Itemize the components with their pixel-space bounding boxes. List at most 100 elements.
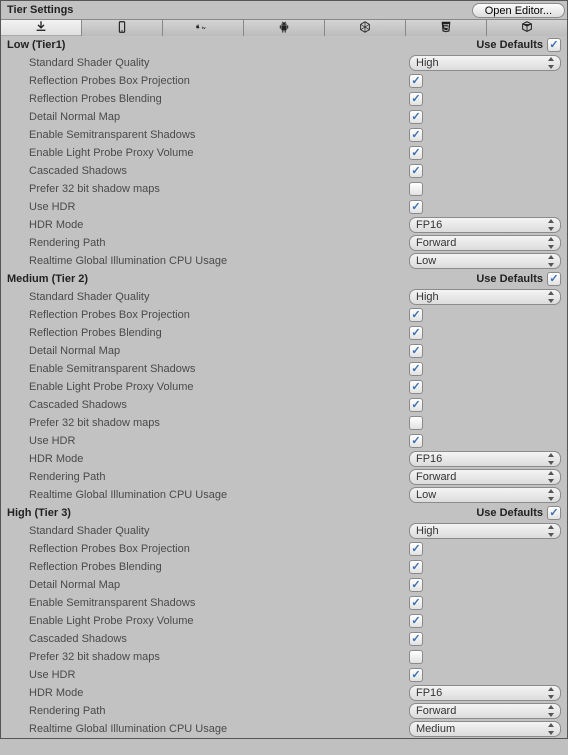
row-detail-normal: Detail Normal Map <box>1 108 567 126</box>
row-refl-blend: Reflection Probes Blending <box>1 324 567 342</box>
phone-icon <box>115 20 129 37</box>
tier-header-0: Low (Tier1) Use Defaults <box>1 36 567 54</box>
label-refl-box: Reflection Probes Box Projection <box>29 543 409 555</box>
render-path-select[interactable]: Forward <box>409 703 561 719</box>
gi-cpu-select[interactable]: Low <box>409 253 561 269</box>
row-refl-box: Reflection Probes Box Projection <box>1 306 567 324</box>
tab-download[interactable] <box>1 20 82 36</box>
row-shader-quality: Standard Shader Quality High <box>1 54 567 72</box>
row-light-probe: Enable Light Probe Proxy Volume <box>1 612 567 630</box>
use-hdr-checkbox[interactable] <box>409 200 423 214</box>
row-render-path: Rendering Path Forward <box>1 468 567 486</box>
refl-blend-checkbox[interactable] <box>409 560 423 574</box>
label-hdr-mode: HDR Mode <box>29 219 409 231</box>
refl-box-checkbox[interactable] <box>409 542 423 556</box>
tab-android[interactable] <box>244 20 325 36</box>
prefer32-checkbox[interactable] <box>409 650 423 664</box>
label-light-probe: Enable Light Probe Proxy Volume <box>29 147 409 159</box>
label-semi-shadows: Enable Semitransparent Shadows <box>29 597 409 609</box>
label-gi-cpu: Realtime Global Illumination CPU Usage <box>29 723 409 735</box>
row-cascaded: Cascaded Shadows <box>1 396 567 414</box>
label-semi-shadows: Enable Semitransparent Shadows <box>29 129 409 141</box>
detail-normal-checkbox[interactable] <box>409 344 423 358</box>
semi-shadows-checkbox[interactable] <box>409 128 423 142</box>
row-hdr-mode: HDR Mode FP16 <box>1 450 567 468</box>
row-prefer32: Prefer 32 bit shadow maps <box>1 648 567 666</box>
row-semi-shadows: Enable Semitransparent Shadows <box>1 126 567 144</box>
hdr-mode-select[interactable]: FP16 <box>409 217 561 233</box>
refl-box-checkbox[interactable] <box>409 74 423 88</box>
semi-shadows-checkbox[interactable] <box>409 596 423 610</box>
panel-title: Tier Settings <box>7 4 73 16</box>
row-light-probe: Enable Light Probe Proxy Volume <box>1 144 567 162</box>
use-defaults-checkbox[interactable] <box>547 38 561 52</box>
refl-blend-checkbox[interactable] <box>409 326 423 340</box>
row-semi-shadows: Enable Semitransparent Shadows <box>1 594 567 612</box>
label-gi-cpu: Realtime Global Illumination CPU Usage <box>29 255 409 267</box>
row-gi-cpu: Realtime Global Illumination CPU Usage L… <box>1 486 567 504</box>
shader-quality-select[interactable]: High <box>409 523 561 539</box>
tab-phone[interactable] <box>82 20 163 36</box>
prefer32-checkbox[interactable] <box>409 182 423 196</box>
light-probe-checkbox[interactable] <box>409 146 423 160</box>
tier-settings-panel: Tier Settings Open Editor... tv <box>0 0 568 739</box>
light-probe-checkbox[interactable] <box>409 380 423 394</box>
titlebar: Tier Settings Open Editor... <box>1 1 567 20</box>
label-render-path: Rendering Path <box>29 237 409 249</box>
row-prefer32: Prefer 32 bit shadow maps <box>1 180 567 198</box>
cascaded-checkbox[interactable] <box>409 632 423 646</box>
render-path-select[interactable]: Forward <box>409 469 561 485</box>
shader-quality-select[interactable]: High <box>409 289 561 305</box>
hdr-mode-select[interactable]: FP16 <box>409 451 561 467</box>
row-semi-shadows: Enable Semitransparent Shadows <box>1 360 567 378</box>
label-shader-quality: Standard Shader Quality <box>29 525 409 537</box>
gi-cpu-select[interactable]: Low <box>409 487 561 503</box>
row-refl-box: Reflection Probes Box Projection <box>1 540 567 558</box>
row-shader-quality: Standard Shader Quality High <box>1 288 567 306</box>
row-detail-normal: Detail Normal Map <box>1 576 567 594</box>
row-refl-blend: Reflection Probes Blending <box>1 558 567 576</box>
detail-normal-checkbox[interactable] <box>409 110 423 124</box>
label-use-hdr: Use HDR <box>29 669 409 681</box>
use-hdr-checkbox[interactable] <box>409 668 423 682</box>
label-refl-blend: Reflection Probes Blending <box>29 93 409 105</box>
use-defaults-checkbox[interactable] <box>547 272 561 286</box>
use-defaults-checkbox[interactable] <box>547 506 561 520</box>
label-hdr-mode: HDR Mode <box>29 687 409 699</box>
label-cascaded: Cascaded Shadows <box>29 633 409 645</box>
row-shader-quality: Standard Shader Quality High <box>1 522 567 540</box>
label-light-probe: Enable Light Probe Proxy Volume <box>29 381 409 393</box>
row-cascaded: Cascaded Shadows <box>1 162 567 180</box>
refl-blend-checkbox[interactable] <box>409 92 423 106</box>
use-defaults-label: Use Defaults <box>476 39 543 51</box>
detail-normal-checkbox[interactable] <box>409 578 423 592</box>
open-editor-button[interactable]: Open Editor... <box>472 3 565 18</box>
cube-icon <box>520 20 534 37</box>
row-hdr-mode: HDR Mode FP16 <box>1 216 567 234</box>
light-probe-checkbox[interactable] <box>409 614 423 628</box>
cascaded-checkbox[interactable] <box>409 164 423 178</box>
render-path-select[interactable]: Forward <box>409 235 561 251</box>
row-light-probe: Enable Light Probe Proxy Volume <box>1 378 567 396</box>
tab-cube[interactable] <box>487 20 567 36</box>
tab-html5[interactable] <box>406 20 487 36</box>
cascaded-checkbox[interactable] <box>409 398 423 412</box>
tab-unity[interactable] <box>325 20 406 36</box>
tier-header-2: High (Tier 3) Use Defaults <box>1 504 567 522</box>
tier-title: Medium (Tier 2) <box>7 273 88 285</box>
prefer32-checkbox[interactable] <box>409 416 423 430</box>
row-detail-normal: Detail Normal Map <box>1 342 567 360</box>
hdr-mode-select[interactable]: FP16 <box>409 685 561 701</box>
row-refl-blend: Reflection Probes Blending <box>1 90 567 108</box>
tab-appletv[interactable]: tv <box>163 20 244 36</box>
semi-shadows-checkbox[interactable] <box>409 362 423 376</box>
gi-cpu-select[interactable]: Medium <box>409 721 561 737</box>
shader-quality-select[interactable]: High <box>409 55 561 71</box>
refl-box-checkbox[interactable] <box>409 308 423 322</box>
row-prefer32: Prefer 32 bit shadow maps <box>1 414 567 432</box>
label-refl-box: Reflection Probes Box Projection <box>29 309 409 321</box>
row-use-hdr: Use HDR <box>1 432 567 450</box>
unity-icon <box>358 20 372 37</box>
use-hdr-checkbox[interactable] <box>409 434 423 448</box>
label-prefer32: Prefer 32 bit shadow maps <box>29 417 409 429</box>
